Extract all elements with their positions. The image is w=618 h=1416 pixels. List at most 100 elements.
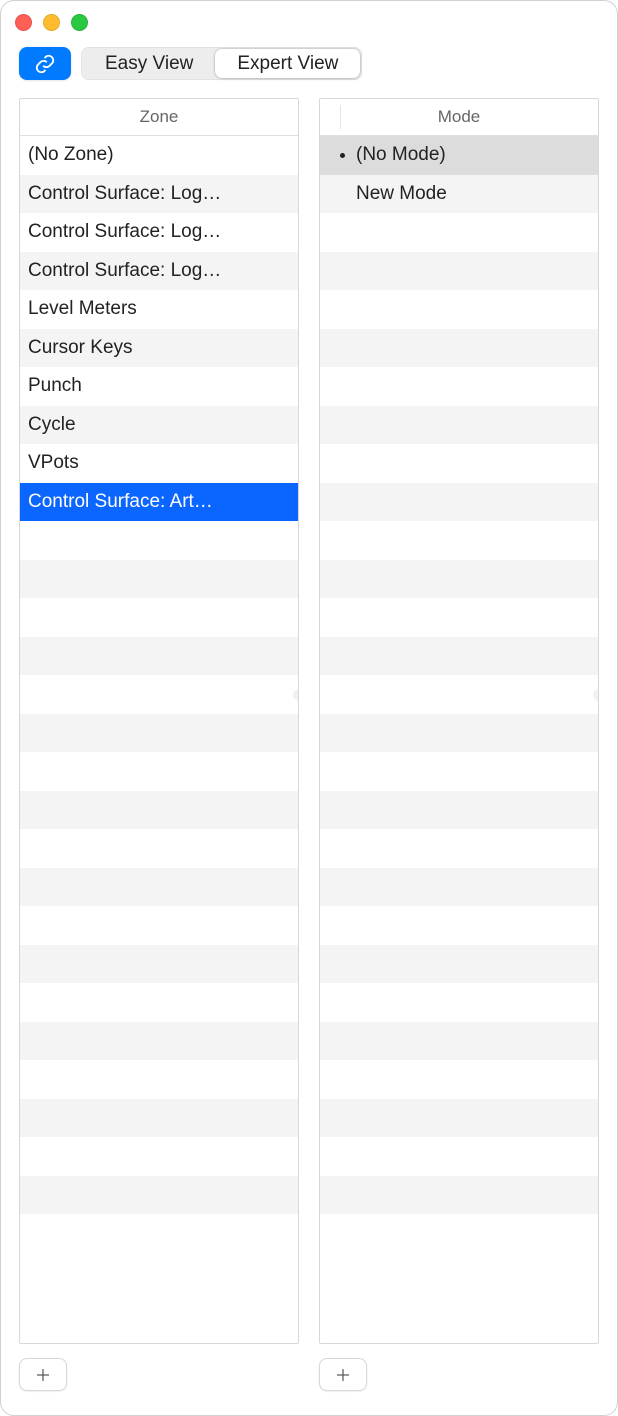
table-row[interactable] [320,791,598,830]
table-row[interactable]: (No Mode) [320,136,598,175]
link-button[interactable] [19,47,71,80]
table-row[interactable] [20,868,298,907]
table-row[interactable] [20,1214,298,1253]
tab-easy-view[interactable]: Easy View [83,49,215,78]
minimize-window-button[interactable] [43,14,60,31]
table-row[interactable] [320,868,598,907]
mode-list-body[interactable]: (No Mode) New Mode [320,136,598,1343]
titlebar [1,1,617,43]
table-row[interactable] [320,560,598,599]
table-row[interactable] [20,945,298,984]
table-row[interactable]: Cycle [20,406,298,445]
table-row[interactable]: Control Surface: Log… [20,213,298,252]
table-row[interactable] [20,1099,298,1138]
plus-icon [334,1366,352,1384]
table-row[interactable] [20,637,298,676]
table-row[interactable] [320,675,598,714]
table-row[interactable] [320,213,598,252]
link-icon [34,53,56,75]
tab-expert-view[interactable]: Expert View [215,49,360,78]
table-row[interactable]: Control Surface: Art… [20,483,298,522]
content-area: Zone (No Zone) Control Surface: Log… Contr… [1,98,617,1344]
table-row[interactable] [20,983,298,1022]
table-row[interactable] [20,906,298,945]
table-row[interactable] [320,367,598,406]
table-row[interactable] [20,521,298,560]
zone-pane: Zone (No Zone) Control Surface: Log… Contr… [19,98,299,1344]
mode-header-divider [340,105,341,129]
tab-label: Expert View [237,53,338,75]
mode-list: Mode (No Mode) New Mode [319,98,599,1344]
table-row[interactable] [320,598,598,637]
table-row[interactable] [320,1099,598,1138]
table-row[interactable]: Control Surface: Log… [20,252,298,291]
view-segmented-control: Easy View Expert View [81,47,362,80]
zone-item-label: Control Surface: Log… [28,183,292,205]
table-row[interactable] [20,752,298,791]
zone-item-label: Control Surface: Log… [28,260,292,282]
mode-item-label: New Mode [356,183,592,205]
table-row[interactable]: Cursor Keys [20,329,298,368]
table-row[interactable]: Control Surface: Log… [20,175,298,214]
table-row[interactable] [20,714,298,753]
table-row[interactable] [320,637,598,676]
add-zone-button[interactable] [19,1358,67,1391]
table-row[interactable]: (No Zone) [20,136,298,175]
table-row[interactable] [20,829,298,868]
mode-list-header[interactable]: Mode [320,99,598,136]
zone-header-label: Zone [140,107,179,127]
active-bullet-icon [340,153,345,158]
table-row[interactable] [320,406,598,445]
scroll-indicator [293,689,299,701]
zone-item-label: Punch [28,375,292,397]
close-window-button[interactable] [15,14,32,31]
zone-item-label: Control Surface: Log… [28,221,292,243]
table-row[interactable] [20,1176,298,1215]
table-row[interactable] [20,675,298,714]
table-row[interactable] [320,1214,598,1253]
table-row[interactable] [320,945,598,984]
bullet-column [328,153,356,158]
table-row[interactable] [320,906,598,945]
table-row[interactable] [20,560,298,599]
table-row[interactable] [320,1137,598,1176]
table-row[interactable] [320,444,598,483]
table-row[interactable] [20,1137,298,1176]
table-row[interactable] [320,521,598,560]
toolbar: Easy View Expert View [1,43,617,98]
table-row[interactable]: VPots [20,444,298,483]
zone-list-body[interactable]: (No Zone) Control Surface: Log… Control Su… [20,136,298,1343]
table-row[interactable] [20,791,298,830]
mode-item-label: (No Mode) [356,144,592,166]
plus-icon [34,1366,52,1384]
zone-list: Zone (No Zone) Control Surface: Log… Contr… [19,98,299,1344]
table-row[interactable] [320,983,598,1022]
zone-item-label: Cursor Keys [28,337,292,359]
zone-item-label: Level Meters [28,298,292,320]
table-row[interactable] [320,714,598,753]
zone-item-label: Cycle [28,414,292,436]
table-row[interactable] [320,252,598,291]
table-row[interactable]: New Mode [320,175,598,214]
zoom-window-button[interactable] [71,14,88,31]
tab-label: Easy View [105,53,193,75]
table-row[interactable] [320,752,598,791]
zone-list-header[interactable]: Zone [20,99,298,136]
table-row[interactable] [20,1060,298,1099]
add-mode-button[interactable] [319,1358,367,1391]
table-row[interactable]: Punch [20,367,298,406]
table-row[interactable]: Level Meters [20,290,298,329]
table-row[interactable] [320,290,598,329]
table-row[interactable] [320,483,598,522]
table-row[interactable] [20,598,298,637]
zone-item-label: Control Surface: Art… [28,491,292,513]
table-row[interactable] [320,829,598,868]
table-row[interactable] [20,1022,298,1061]
table-row[interactable] [320,1022,598,1061]
table-row[interactable] [320,1176,598,1215]
mode-pane: Mode (No Mode) New Mode [319,98,599,1344]
zone-item-label: VPots [28,452,292,474]
table-row[interactable] [320,1060,598,1099]
table-row[interactable] [320,329,598,368]
mode-header-label: Mode [438,107,481,127]
